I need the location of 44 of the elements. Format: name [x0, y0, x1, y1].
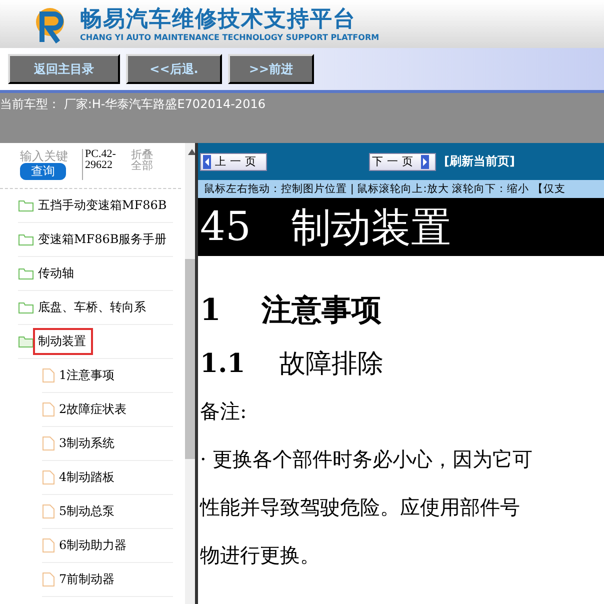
nav-button[interactable]: >>前进 [228, 54, 314, 84]
chapter-number: 45 [200, 204, 251, 250]
document-icon [42, 368, 55, 383]
tree-folder-item[interactable]: 变速箱MF86B服务手册 [34, 227, 173, 252]
tree-document-item[interactable]: 5制动总泵 [55, 499, 121, 524]
document-icon [42, 402, 55, 417]
tree-document-item[interactable]: 2故障症状表 [55, 397, 133, 422]
document-icon [42, 470, 55, 485]
document-icon [42, 436, 55, 451]
tree-document-item[interactable]: 7前制动器 [55, 567, 121, 592]
left-arrow-icon [203, 154, 211, 168]
document-paragraph: 物进行更换。 [200, 542, 321, 569]
document-paragraph: · 更换各个部件时务必小心，因为它可 [200, 446, 534, 473]
previous-page-button[interactable]: 上一页 [200, 152, 267, 170]
document-code: PC.42-29622 [82, 149, 125, 180]
current-model-text: 当前车型： 厂家:H-华泰汽车路盛E702014-2016 [0, 96, 266, 113]
site-subtitle: CHANG YI AUTO MAINTENANCE TECHNOLOGY SUPPORT PLATFORM [80, 32, 380, 42]
search-button[interactable]: 查询 [20, 163, 66, 180]
site-title: 畅易汽车维修技术支持平台 [80, 6, 357, 32]
nav-button[interactable]: 返回主目录 [8, 54, 120, 84]
tree-document-item[interactable]: 3制动系统 [55, 431, 121, 456]
tree-document-item[interactable]: 1注意事项 [55, 363, 121, 388]
tree-folder-item[interactable]: 传动轴 [34, 261, 80, 286]
section-heading: 1 注意事项 [200, 292, 382, 330]
scrollbar[interactable] [184, 143, 195, 604]
tree-document-item[interactable]: 4制动踏板 [55, 465, 121, 490]
tree-folder-item[interactable]: 制动装置 [34, 329, 92, 354]
refresh-page-link[interactable]: [刷新当前页] [444, 153, 515, 170]
tree-folder-item[interactable]: 五挡手动变速箱MF86B [34, 193, 173, 218]
document-icon [42, 538, 55, 553]
document-paragraph: 备注: [200, 398, 248, 425]
subsection-heading: 1.1 故障排除 [200, 348, 384, 381]
viewer-hint-text: 鼠标左右拖动：控制图片位置 | 鼠标滚轮向上:放大 滚轮向下：缩小 【仅支 [198, 180, 604, 198]
next-page-button[interactable]: 下一页 [369, 152, 436, 170]
tree-document-item[interactable]: 6制动助力器 [55, 533, 133, 558]
document-icon [42, 504, 55, 519]
tree-folder-item[interactable]: 底盘、车桥、转向系 [34, 295, 152, 320]
nav-button[interactable]: <<后退. [126, 54, 222, 84]
chapter-title: 制动装置 [290, 204, 451, 252]
scroll-up-icon[interactable] [188, 149, 195, 155]
right-arrow-icon [421, 154, 429, 168]
scrollbar-thumb[interactable] [184, 259, 195, 459]
document-paragraph: 性能并导致驾驶危险。应使用部件号 [200, 494, 521, 521]
document-icon [42, 572, 55, 587]
